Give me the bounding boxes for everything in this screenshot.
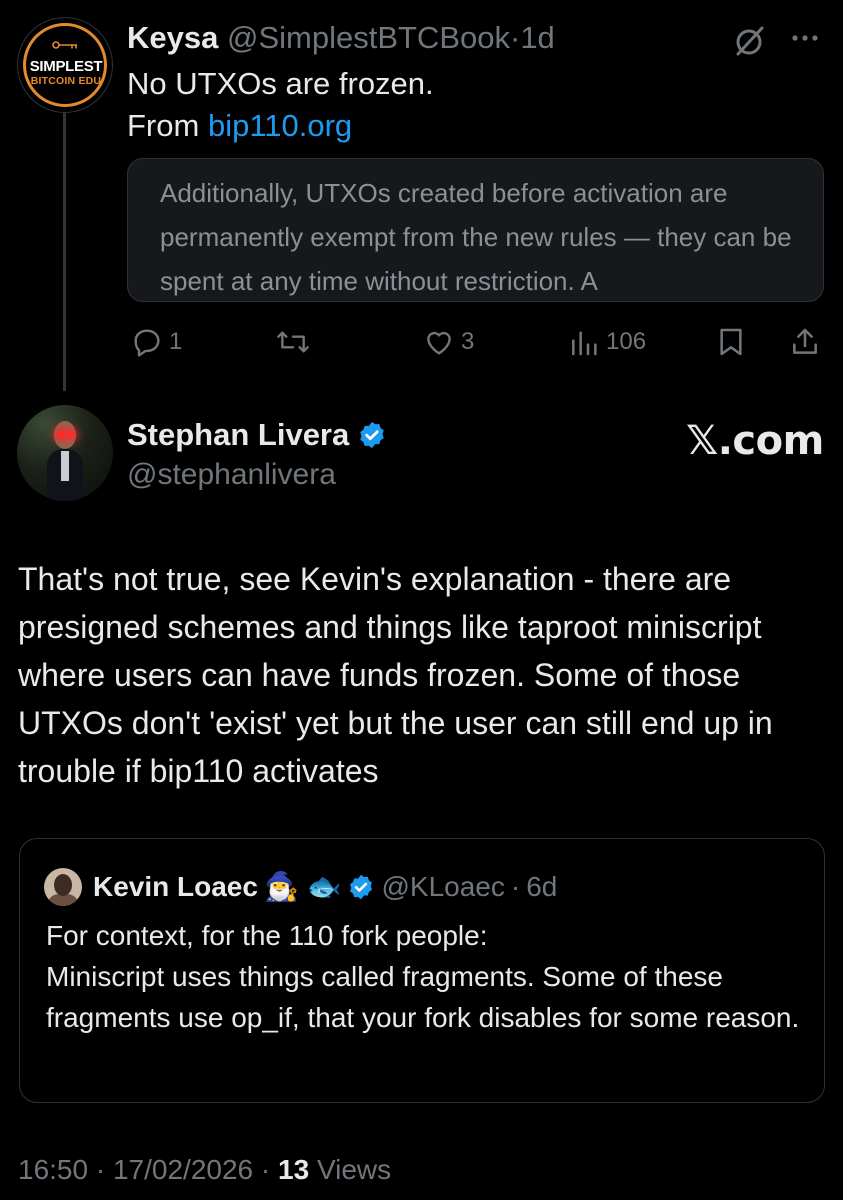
post-date[interactable]: 17/02/2026 xyxy=(113,1154,253,1185)
from-label: From xyxy=(127,108,200,143)
avatar-stephan[interactable] xyxy=(17,405,113,501)
like-count: 3 xyxy=(461,328,475,355)
reply-button[interactable]: 1 xyxy=(131,322,182,362)
view-count: 106 xyxy=(606,328,647,355)
avatar-brand-line1: SIMPLEST xyxy=(29,58,103,75)
retweet-icon xyxy=(277,331,309,353)
share-icon xyxy=(793,328,817,354)
verified-badge-icon xyxy=(360,421,384,449)
quoted-author-handle: @KLoaec xyxy=(381,871,505,902)
tweet1-line1: No UTXOs are frozen. xyxy=(127,66,434,101)
author-handle[interactable]: @SimplestBTCBook xyxy=(227,20,510,55)
views-count: 13 xyxy=(278,1154,310,1185)
bip110-link[interactable]: bip110.org xyxy=(208,108,352,143)
reply-icon xyxy=(134,329,160,357)
separator: · xyxy=(95,1154,106,1185)
more-icon[interactable] xyxy=(787,28,823,48)
author-name[interactable]: Keysa xyxy=(127,20,218,55)
quoted-tweet-text: For context, for the 110 fork people: Mi… xyxy=(46,915,806,1038)
tweet1-header: Keysa @SimplestBTCBook·1d xyxy=(127,18,555,58)
x-com-watermark: 𝕏.com xyxy=(686,418,824,464)
reply-count: 1 xyxy=(169,328,183,355)
grok-icon[interactable] xyxy=(732,24,766,58)
avatar-figure-shirt xyxy=(61,451,69,481)
quoted-author-name: Kevin Loaec xyxy=(93,871,258,902)
link-preview-text: Additionally, UTXOs created before activ… xyxy=(160,178,792,296)
author-name[interactable]: Stephan Livera xyxy=(127,415,349,455)
post-time[interactable]: 1d xyxy=(520,20,554,55)
post-timestamp[interactable]: 16:50 xyxy=(18,1154,88,1185)
quoted-tweet-header: Kevin Loaec 🧙‍♂️ 🐟 @KLoaec · 6d xyxy=(93,867,557,907)
author-handle[interactable]: @stephanlivera xyxy=(127,455,336,495)
link-preview-card[interactable]: Additionally, UTXOs created before activ… xyxy=(127,158,824,302)
tweet1-line2: From bip110.org xyxy=(127,105,434,147)
like-button[interactable]: 3 xyxy=(423,322,474,362)
name-emojis: 🧙‍♂️ 🐟 xyxy=(263,871,342,902)
avatar-kevin xyxy=(44,868,82,906)
separator: · xyxy=(510,871,521,902)
post-metadata: 16:50 · 17/02/2026 · 13 Views xyxy=(18,1150,391,1190)
avatar-keysa[interactable]: SIMPLEST BITCOIN EDU xyxy=(17,17,113,113)
bookmark-button[interactable] xyxy=(716,322,746,362)
separator: · xyxy=(509,20,521,55)
laser-eye-icon xyxy=(57,431,64,438)
tweet1-action-bar: 1 3 106 xyxy=(0,322,843,362)
share-button[interactable] xyxy=(789,322,821,362)
key-icon xyxy=(52,41,77,49)
views-label: Views xyxy=(316,1154,392,1185)
tweet1-text: No UTXOs are frozen. From bip110.org xyxy=(127,63,434,147)
quoted-tweet-card[interactable]: Kevin Loaec 🧙‍♂️ 🐟 @KLoaec · 6d For contex… xyxy=(19,838,825,1103)
retweet-button[interactable] xyxy=(275,322,311,362)
verified-badge-icon xyxy=(350,874,373,900)
views-icon xyxy=(572,331,597,356)
avatar-figure-face xyxy=(54,874,72,896)
author-name-row: Stephan Livera xyxy=(127,415,387,455)
quoted-text-rest: Miniscript uses things called fragments.… xyxy=(46,961,800,1033)
tweet2-text: That's not true, see Kevin's explanation… xyxy=(18,561,773,789)
avatar-brand-line2: BITCOIN EDU xyxy=(30,75,102,87)
like-icon xyxy=(427,331,451,355)
quoted-text-line1: For context, for the 110 fork people: xyxy=(46,920,488,951)
separator: · xyxy=(260,1154,271,1185)
views-button[interactable]: 106 xyxy=(568,322,646,362)
quoted-post-time: 6d xyxy=(526,871,558,902)
laser-eye-icon xyxy=(67,431,74,438)
bookmark-icon xyxy=(720,328,742,356)
